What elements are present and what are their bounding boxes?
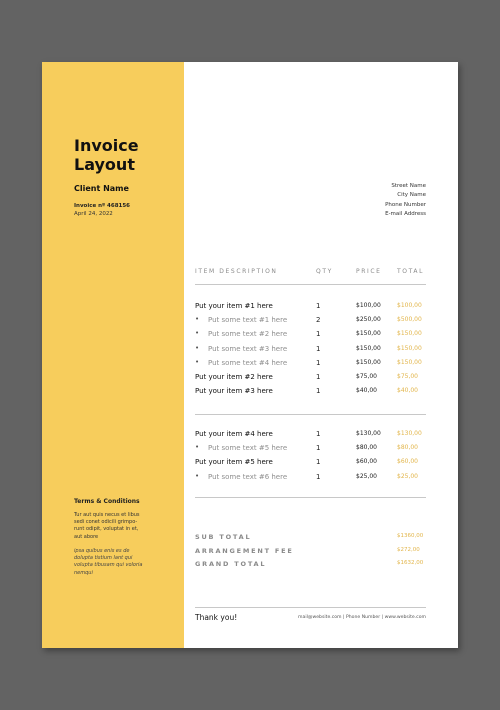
item-qty: 1: [316, 444, 321, 453]
address-block: Street Name City Name Phone Number E-mai…: [385, 182, 426, 219]
item-qty: 2: [316, 316, 321, 325]
column-header-description: ITEM DESCRIPTION: [195, 268, 278, 275]
item-qty: 1: [316, 458, 321, 467]
item-total: $130,00: [397, 430, 422, 437]
item-total: $150,00: [397, 358, 422, 366]
client-name: Client Name: [74, 184, 129, 193]
contact-info: mail@website.com | Phone Number | www.we…: [298, 615, 426, 620]
item-price: $250,00: [356, 316, 381, 324]
item-description: Put some text #6 here: [208, 472, 288, 481]
terms-paragraph-1: Tur aut quis necus et libus sedi conet o…: [74, 512, 140, 540]
invoice-page: Invoice Layout Client Name Invoice nº 46…: [42, 62, 458, 648]
terms-paragraph-2: ipsa quibus enis es de dolupta tistium l…: [74, 548, 143, 576]
bullet-icon: •: [195, 471, 200, 480]
group-divider: [195, 414, 426, 415]
item-total: $150,00: [397, 344, 422, 352]
bullet-icon: •: [195, 443, 200, 452]
item-qty: 1: [316, 472, 321, 481]
city-name: City Name: [397, 192, 426, 199]
bullet-icon: •: [195, 315, 200, 324]
column-header-total: TOTAL: [397, 268, 425, 275]
item-price: $150,00: [356, 344, 381, 352]
item-price: $80,00: [356, 444, 377, 452]
item-total: $150,00: [397, 330, 422, 338]
column-header-qty: QTY: [316, 268, 333, 275]
item-description: Put some text #5 here: [208, 444, 288, 453]
item-price: $25,00: [356, 472, 377, 480]
line-item-subrow: • Put some text #3 here 1 $150,00 $150,00: [195, 343, 426, 359]
item-description: Put some text #1 here: [208, 316, 288, 325]
item-total: $40,00: [397, 387, 418, 395]
line-item-subrow: • Put some text #4 here 1 $150,00 $150,00: [195, 357, 426, 373]
item-description: Put some text #4 here: [208, 358, 288, 367]
item-description: Put your item #1 here: [195, 302, 273, 310]
email-address: E-mail Address: [385, 210, 426, 217]
invoice-number: Invoice nº 468156: [74, 203, 131, 209]
line-item-subrow: • Put some text #1 here 2 $250,00 $500,00: [195, 315, 426, 330]
item-price: $150,00: [356, 358, 381, 366]
thank-you-text: Thank you!: [195, 613, 238, 622]
summary-value: $272,00: [397, 546, 420, 553]
table-end-divider: [195, 497, 426, 498]
item-qty: 1: [316, 373, 321, 381]
title-line-2: Layout: [74, 155, 135, 174]
item-total: $100,00: [397, 302, 422, 309]
line-item-row: Put your item #5 here 1 $60,00 $60,00: [195, 458, 426, 472]
item-qty: 1: [316, 330, 321, 339]
footer-divider: [195, 607, 426, 608]
item-price: $130,00: [356, 430, 381, 437]
street-name: Street Name: [391, 183, 426, 189]
summary-label: GRAND TOTAL: [195, 560, 267, 568]
invoice-title: Invoice Layout: [74, 136, 139, 174]
item-total: $75,00: [397, 373, 418, 380]
item-price: $60,00: [356, 458, 377, 466]
item-price: $100,00: [356, 302, 381, 309]
item-total: $500,00: [397, 316, 422, 324]
summary-row: GRAND TOTAL $1632,00: [195, 560, 426, 572]
summary-label: SUB TOTAL: [195, 533, 252, 541]
item-qty: 1: [316, 358, 321, 367]
line-item-row: Put your item #2 here 1 $75,00 $75,00: [195, 373, 426, 387]
item-total: $60,00: [397, 458, 418, 466]
item-price: $150,00: [356, 330, 381, 338]
item-price: $75,00: [356, 373, 377, 380]
summary-value: $1632,00: [397, 560, 424, 566]
item-total: $80,00: [397, 444, 418, 452]
line-item-subrow: • Put some text #2 here 1 $150,00 $150,00: [195, 329, 426, 344]
summary-label: ARRANGEMENT FEE: [195, 546, 294, 555]
terms-heading: Terms & Conditions: [74, 498, 140, 505]
line-item-subrow: • Put some text #6 here 1 $25,00 $25,00: [195, 471, 426, 487]
item-total: $25,00: [397, 472, 418, 480]
line-item-subrow: • Put some text #5 here 1 $80,00 $80,00: [195, 443, 426, 458]
bullet-icon: •: [195, 343, 200, 352]
summary-row: ARRANGEMENT FEE $272,00: [195, 547, 426, 559]
invoice-date: April 24, 2022: [74, 211, 113, 217]
item-description: Put some text #2 here: [208, 330, 288, 339]
item-description: Put your item #4 here: [195, 430, 273, 438]
line-item-row: Put your item #1 here 1 $100,00 $100,00: [195, 302, 426, 316]
column-header-price: PRICE: [356, 268, 382, 275]
item-description: Put your item #3 here: [195, 387, 273, 396]
item-qty: 1: [316, 387, 321, 396]
line-item-row: Put your item #3 here 1 $40,00 $40,00: [195, 387, 426, 401]
item-description: Put some text #3 here: [208, 344, 288, 353]
line-item-row: Put your item #4 here 1 $130,00 $130,00: [195, 430, 426, 444]
item-qty: 1: [316, 430, 321, 438]
title-line-1: Invoice: [74, 136, 139, 155]
item-description: Put your item #2 here: [195, 373, 273, 381]
item-qty: 1: [316, 344, 321, 353]
item-qty: 1: [316, 302, 321, 310]
bullet-icon: •: [195, 357, 200, 366]
phone-number: Phone Number: [385, 201, 426, 208]
item-price: $40,00: [356, 387, 377, 395]
header-divider: [195, 284, 426, 285]
item-description: Put your item #5 here: [195, 458, 273, 467]
bullet-icon: •: [195, 329, 200, 338]
summary-value: $1360,00: [397, 533, 424, 539]
summary-row: SUB TOTAL $1360,00: [195, 533, 426, 545]
